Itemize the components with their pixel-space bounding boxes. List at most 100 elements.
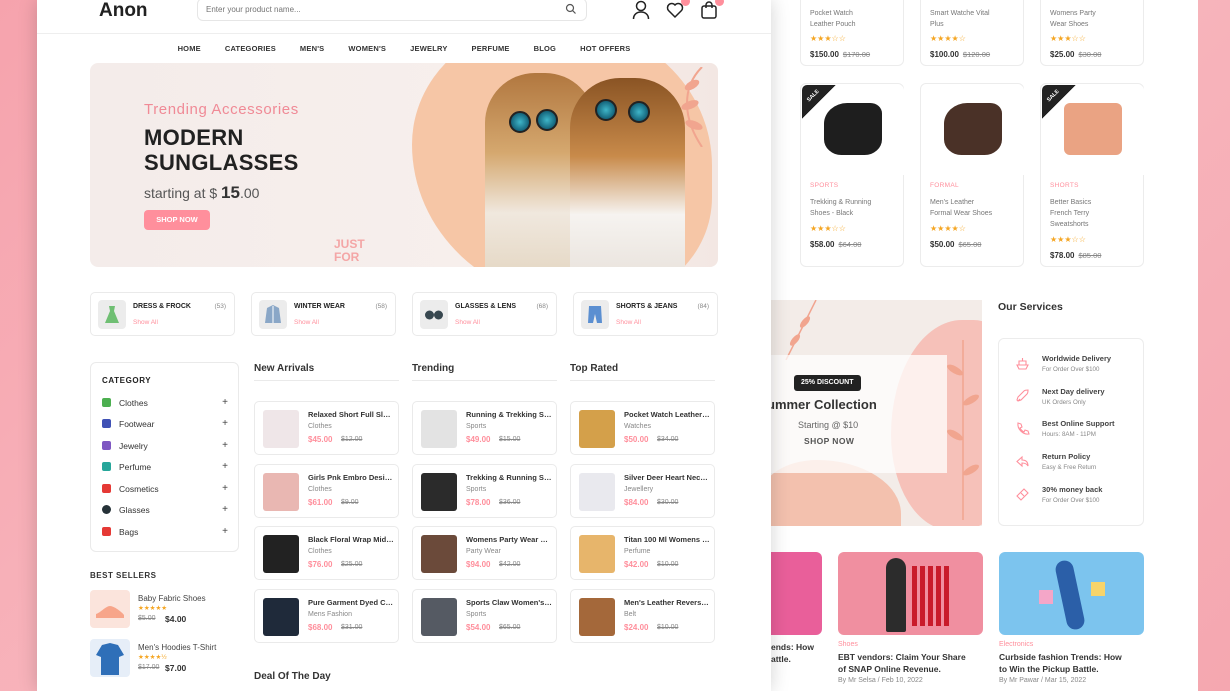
product-card[interactable]: Men's Leather Reversible Belt Belt $24.00 $… xyxy=(570,588,715,643)
best-seller-item[interactable]: Men's Hoodies T-Shirt ★★★★½ $17.00 $7.00 xyxy=(90,639,260,679)
service-item[interactable]: Next Day delivery UK Orders Only xyxy=(1015,387,1143,415)
sidebar-item-cosmetics[interactable]: Cosmetics + xyxy=(102,483,228,498)
product-name[interactable]: Silver Deer Heart Necklace xyxy=(624,473,710,482)
product-card[interactable]: Girls Pnk Embro Design Top Clothes $61.00 $… xyxy=(254,463,399,518)
search-icon[interactable] xyxy=(565,3,577,15)
blog-title[interactable]: EBT vendors: Claim Your Share of SNAP Onl… xyxy=(838,651,983,675)
blog-card[interactable]: Electronics Curbside fashion Trends: How… xyxy=(999,552,1144,684)
product-category[interactable]: SPORTS xyxy=(810,182,838,189)
product-name[interactable]: Smart Watche Vital Plus xyxy=(930,8,1020,30)
sidebar-item-label: Glasses xyxy=(119,505,150,515)
category-card-show-all[interactable]: Show All xyxy=(133,319,158,326)
nav-home[interactable]: HOME xyxy=(178,44,201,53)
cart-button[interactable] xyxy=(700,0,724,20)
service-item[interactable]: 30% money back For Order Over $100 xyxy=(1015,485,1143,513)
sidebar-item-footwear[interactable]: Footwear + xyxy=(102,418,228,433)
product-category[interactable]: FORMAL xyxy=(930,182,959,189)
product-card[interactable]: Titan 100 Ml Womens Perfume Perfume $42.00… xyxy=(570,526,715,580)
nav-perfume[interactable]: PERFUME xyxy=(472,44,510,53)
product-old-price: $65.00 xyxy=(958,240,982,249)
product-name[interactable]: Titan 100 Ml Womens Perfume xyxy=(624,535,710,544)
product-card[interactable]: Relaxed Short Full Sleeve T-Shirt Clothes… xyxy=(254,401,399,455)
hero-shop-now-button[interactable]: SHOP NOW xyxy=(144,210,210,230)
product-name[interactable]: Sports Claw Women's Shoes xyxy=(466,598,552,607)
product-name[interactable]: Men's Leather Reversible Belt xyxy=(624,598,710,607)
blog-title[interactable]: ends: How attle. xyxy=(771,641,822,665)
category-card-show-all[interactable]: Show All xyxy=(455,319,480,326)
product-name[interactable]: Trekking & Running Shoes - Black xyxy=(810,197,900,219)
wishlist-button[interactable] xyxy=(666,0,690,20)
category-card-dress[interactable]: DRESS & FROCK (53) Show All xyxy=(90,292,235,336)
product-card[interactable]: Pocket Watch Leather Pouch Watches $50.00 $… xyxy=(570,401,715,455)
sidebar-item-clothes[interactable]: Clothes + xyxy=(102,397,228,412)
product-name[interactable]: Running & Trekking Shoes - White xyxy=(466,410,552,419)
product-card[interactable]: Sports Claw Women's Shoes Sports $54.00 $65… xyxy=(412,588,557,643)
product-card[interactable]: SALE SHORTS Better Basics French Terry Sweat… xyxy=(1040,83,1144,267)
blog-card[interactable]: Shoes EBT vendors: Claim Your Share of SN… xyxy=(838,552,983,684)
product-card[interactable]: FORMAL Men's Leather Formal Wear Shoes ★★★★… xyxy=(920,83,1024,267)
product-card[interactable]: Pure Garment Dyed Cotton Shirt Mens Fashi… xyxy=(254,588,399,643)
product-card[interactable]: Pocket Watch Leather Pouch ★★★☆☆ $150.00 $17… xyxy=(800,0,904,66)
banner-shop-now-link[interactable]: SHOP NOW xyxy=(804,436,854,446)
expand-plus-icon[interactable]: + xyxy=(222,483,228,494)
product-old-price: $10.00 xyxy=(657,561,679,568)
logo[interactable]: Anon xyxy=(99,0,148,22)
product-name[interactable]: Pocket Watch Leather Pouch xyxy=(810,8,900,30)
search-input[interactable] xyxy=(206,0,546,20)
service-item[interactable]: Best Online Support Hours: 8AM - 11PM xyxy=(1015,419,1143,447)
product-card[interactable]: Womens Party Wear Shoes Party Wear $94.00 $… xyxy=(412,526,557,580)
product-name[interactable]: Womens Party Wear Shoes xyxy=(1050,8,1140,30)
sidebar-item-jewelry[interactable]: Jewelry + xyxy=(102,440,228,455)
expand-plus-icon[interactable]: + xyxy=(222,504,228,515)
expand-plus-icon[interactable]: + xyxy=(222,461,228,472)
product-name[interactable]: Pocket Watch Leather Pouch xyxy=(624,410,710,419)
nav-mens[interactable]: MEN'S xyxy=(300,44,324,53)
blog-title[interactable]: Curbside fashion Trends: How to Win the P… xyxy=(999,651,1144,675)
nav-hot-offers[interactable]: HOT OFFERS xyxy=(580,44,630,53)
best-seller-item[interactable]: Baby Fabric Shoes ★★★★★ $5.00 $4.00 xyxy=(90,590,260,630)
product-name[interactable]: Pure Garment Dyed Cotton Shirt xyxy=(308,598,394,607)
expand-plus-icon[interactable]: + xyxy=(222,418,228,429)
expand-plus-icon[interactable]: + xyxy=(222,526,228,537)
product-card[interactable]: Silver Deer Heart Necklace Jewellery $84.0… xyxy=(570,463,715,518)
product-category[interactable]: SHORTS xyxy=(1050,182,1079,189)
product-image xyxy=(421,472,457,511)
product-card[interactable]: Black Floral Wrap Midi Skirt Clothes $76.0… xyxy=(254,526,399,580)
product-image xyxy=(579,597,615,636)
category-card-winter-wear[interactable]: WINTER WEAR (58) Show All xyxy=(251,292,396,336)
sidebar-item-perfume[interactable]: Perfume + xyxy=(102,461,228,476)
product-name[interactable]: Trekking & Running Shoes - Black xyxy=(466,473,552,482)
category-card-show-all[interactable]: Show All xyxy=(294,319,319,326)
category-card-show-all[interactable]: Show All xyxy=(616,319,641,326)
product-name[interactable]: Girls Pnk Embro Design Top xyxy=(308,473,394,482)
product-price: $50.00 xyxy=(624,435,649,444)
product-name[interactable]: Womens Party Wear Shoes xyxy=(466,535,552,544)
nav-jewelry[interactable]: JEWELRY xyxy=(410,44,447,53)
category-card-glasses[interactable]: GLASSES & LENS (68) Show All xyxy=(412,292,557,336)
product-name-line: Men's Leather xyxy=(930,199,975,206)
product-name[interactable]: Better Basics French Terry Sweatshorts xyxy=(1050,197,1140,230)
product-card[interactable]: Womens Party Wear Shoes ★★★☆☆ $25.00 $30.00 xyxy=(1040,0,1144,66)
sidebar-item-bags[interactable]: Bags + xyxy=(102,526,228,541)
product-card[interactable]: Running & Trekking Shoes - White Sports $4… xyxy=(412,401,557,455)
product-name[interactable]: Relaxed Short Full Sleeve T-Shirt xyxy=(308,410,394,419)
product-card[interactable]: Smart Watche Vital Plus ★★★★☆ $100.00 $120.0… xyxy=(920,0,1024,66)
product-card[interactable]: Trekking & Running Shoes - Black Sports $7… xyxy=(412,463,557,518)
service-item[interactable]: Worldwide Delivery For Order Over $100 xyxy=(1015,354,1143,382)
sunglasses-lens-icon xyxy=(536,109,558,131)
product-card[interactable]: SALE SPORTS Trekking & Running Shoes - Blac… xyxy=(800,83,904,267)
expand-plus-icon[interactable]: + xyxy=(222,440,228,451)
nav-womens[interactable]: WOMEN'S xyxy=(348,44,386,53)
service-item[interactable]: Return Policy Easy & Free Return xyxy=(1015,452,1143,480)
summer-collection-banner[interactable]: 25% DISCOUNT ummer Collection Starting @… xyxy=(771,300,982,526)
blog-card[interactable]: ends: How attle. xyxy=(771,552,822,665)
product-name[interactable]: Men's Leather Formal Wear Shoes xyxy=(930,197,1020,219)
nav-blog[interactable]: BLOG xyxy=(534,44,556,53)
user-icon[interactable] xyxy=(632,0,650,20)
nav-categories[interactable]: CATEGORIES xyxy=(225,44,276,53)
old-price: $5.00 xyxy=(138,615,156,622)
sidebar-item-glasses[interactable]: Glasses + xyxy=(102,504,228,519)
expand-plus-icon[interactable]: + xyxy=(222,397,228,408)
category-card-shorts[interactable]: SHORTS & JEANS (84) Show All xyxy=(573,292,718,336)
product-name[interactable]: Black Floral Wrap Midi Skirt xyxy=(308,535,394,544)
